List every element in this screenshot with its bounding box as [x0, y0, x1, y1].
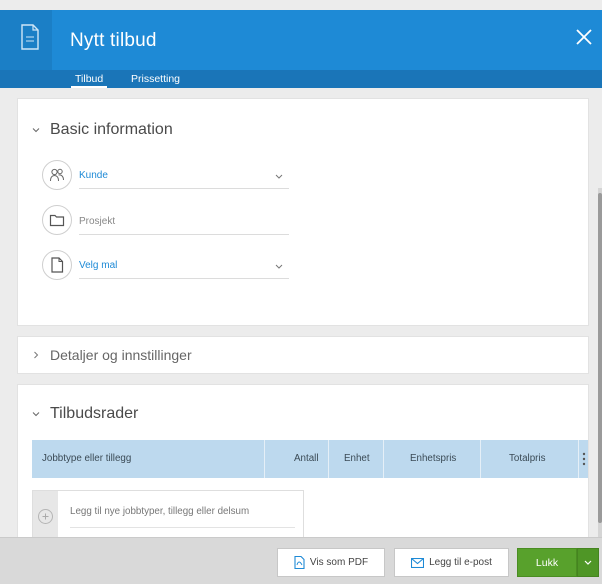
customer-select[interactable]: Kunde: [79, 163, 289, 189]
basic-information-card: Basic information Kunde Prosjekt Velg ma…: [17, 98, 589, 326]
close-options-toggle[interactable]: [577, 548, 599, 577]
dialog-header: Nytt tilbud: [0, 10, 602, 98]
more-options-icon[interactable]: [582, 452, 586, 466]
document-icon: [21, 24, 39, 50]
chevron-down-icon: [275, 174, 283, 179]
dialog-content: Basic information Kunde Prosjekt Velg ma…: [0, 88, 602, 537]
scrollbar-thumb[interactable]: [598, 193, 602, 523]
tab-prissetting[interactable]: Prissetting: [131, 71, 180, 87]
add-email-label: Legg til e-post: [429, 557, 492, 568]
dialog-title: Nytt tilbud: [70, 30, 157, 51]
add-line-gutter: [33, 491, 58, 537]
add-line-underline: [70, 527, 295, 528]
offer-lines-header[interactable]: Tilbudsrader: [32, 405, 138, 423]
dialog-footer: Vis som PDF Legg til e-post Lukk: [0, 537, 602, 584]
chevron-down-icon: [32, 412, 40, 417]
template-icon: [42, 250, 72, 280]
add-email-button[interactable]: Legg til e-post: [394, 548, 509, 577]
chevron-down-icon: [32, 128, 40, 133]
column-header-enhet[interactable]: Enhet: [344, 440, 370, 478]
offer-lines-table-header: Jobbtype eller tillegg Antall Enhet Enhe…: [32, 440, 588, 478]
customer-icon: [42, 160, 72, 190]
offer-lines-title: Tilbudsrader: [50, 405, 139, 422]
column-header-totalpris[interactable]: Totalpris: [509, 440, 545, 478]
details-title: Detaljer og innstillinger: [50, 347, 192, 363]
close-icon[interactable]: [574, 27, 594, 47]
column-header-jobbtype[interactable]: Jobbtype eller tillegg: [42, 440, 131, 478]
close-button[interactable]: Lukk: [517, 548, 577, 577]
view-pdf-label: Vis som PDF: [309, 557, 369, 568]
email-icon: [411, 557, 425, 568]
column-divider: [480, 440, 481, 478]
offer-lines-card: Tilbudsrader Jobbtype eller tillegg Anta…: [17, 384, 589, 537]
chevron-right-icon: [34, 351, 39, 359]
add-line-input[interactable]: Legg til nye jobbtyper, tillegg eller de…: [70, 506, 249, 517]
project-field[interactable]: Prosjekt: [79, 209, 289, 235]
column-divider: [383, 440, 384, 478]
tab-bar: Tilbud Prissetting: [0, 70, 602, 88]
template-select[interactable]: Velg mal: [79, 253, 289, 279]
chevron-down-icon: [584, 560, 592, 565]
add-line-row[interactable]: Legg til nye jobbtyper, tillegg eller de…: [32, 490, 304, 537]
pdf-icon: [294, 556, 305, 569]
folder-icon: [42, 205, 72, 235]
add-icon[interactable]: [38, 509, 53, 524]
details-card: Detaljer og innstillinger: [17, 336, 589, 374]
tab-tilbud[interactable]: Tilbud: [70, 71, 108, 88]
basic-information-title: Basic information: [50, 121, 173, 138]
chevron-down-icon: [275, 264, 283, 269]
view-pdf-button[interactable]: Vis som PDF: [277, 548, 385, 577]
template-select-label: Velg mal: [79, 260, 118, 271]
customer-select-label: Kunde: [79, 170, 108, 181]
column-divider: [328, 440, 329, 478]
column-divider: [578, 440, 579, 478]
basic-information-header[interactable]: Basic information: [32, 121, 173, 139]
column-header-antall[interactable]: Antall: [294, 440, 319, 478]
details-header[interactable]: Detaljer og innstillinger: [32, 347, 192, 363]
column-header-enhetspris[interactable]: Enhetspris: [410, 440, 456, 478]
column-divider: [264, 440, 265, 478]
project-field-label: Prosjekt: [79, 216, 116, 227]
close-button-label: Lukk: [535, 556, 559, 569]
